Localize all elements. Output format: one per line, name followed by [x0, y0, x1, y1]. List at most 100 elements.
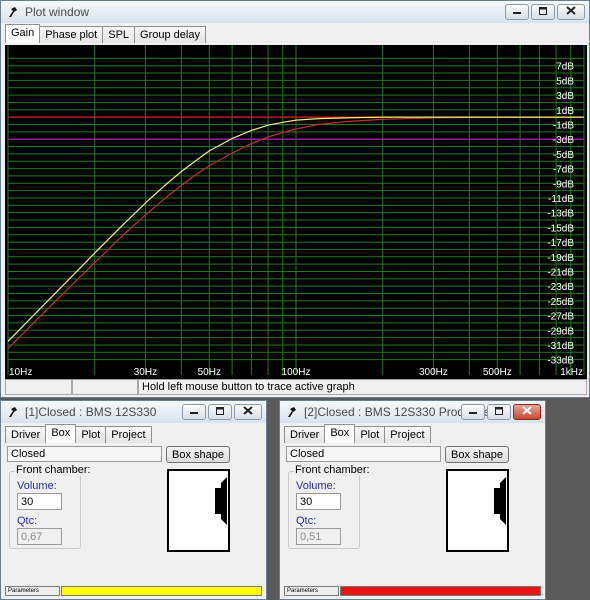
box-shape-preview	[167, 469, 230, 552]
gain-plot[interactable]: 7dB 5dB 3dB 1dB -1dB -3dB -5dB -7dB -9dB -11dB -13…	[5, 45, 587, 379]
volume-input[interactable]: 30	[296, 493, 341, 510]
x-tick-label: 500Hz	[483, 367, 512, 378]
y-tick-label: 5dB	[556, 76, 574, 87]
tab-phase-plot[interactable]: Phase plot	[39, 26, 104, 43]
speaker-tool-icon	[5, 404, 21, 420]
x-tick-label: 30Hz	[134, 367, 157, 378]
y-tick-label: -1dB	[553, 120, 574, 131]
minimize-icon	[512, 6, 522, 18]
qtc-input: 0,51	[296, 528, 341, 545]
y-tick-label: 1dB	[556, 106, 574, 117]
y-tick-label: -9dB	[553, 179, 574, 190]
box-shape-preview	[446, 469, 509, 552]
tab-box[interactable]: Box	[324, 424, 356, 443]
y-tick-label: -23dB	[547, 282, 574, 293]
y-tick-label: -27dB	[547, 312, 574, 323]
close-icon	[566, 6, 576, 18]
y-tick-label: 3dB	[556, 91, 574, 102]
speaker-tool-icon	[284, 404, 300, 420]
graph-color-swatch[interactable]	[340, 586, 541, 596]
plot-window-title: Plot window	[25, 5, 90, 19]
maximize-button[interactable]	[208, 404, 232, 420]
tab-driver[interactable]: Driver	[5, 426, 47, 443]
y-tick-label: -25dB	[547, 297, 574, 308]
maximize-icon	[494, 406, 504, 418]
tab-driver[interactable]: Driver	[284, 426, 326, 443]
minimize-icon	[189, 406, 199, 418]
speaker-driver-icon	[215, 477, 227, 525]
minimize-icon	[468, 406, 478, 418]
tab-project[interactable]: Project	[105, 426, 152, 443]
minimize-button[interactable]	[182, 404, 206, 420]
x-tick-label: 100Hz	[282, 367, 311, 378]
tab-box[interactable]: Box	[45, 424, 77, 443]
box-window-1: [1]Closed : BMS 12S330 Driver Box Plot P…	[0, 400, 267, 600]
y-tick-label: -13dB	[547, 209, 574, 220]
volume-input[interactable]: 30	[17, 493, 62, 510]
parameters-button[interactable]: Parameters	[284, 586, 339, 596]
box-type-field[interactable]: Closed	[286, 446, 441, 462]
x-tick-label: 50Hz	[198, 367, 221, 378]
y-tick-label: -21dB	[547, 267, 574, 278]
y-tick-label: -15dB	[547, 223, 574, 234]
maximize-button[interactable]	[487, 404, 511, 420]
tab-group-delay[interactable]: Group delay	[134, 26, 206, 43]
box-window-1-tabs: Driver Box Plot Project	[5, 424, 152, 443]
close-icon	[243, 406, 253, 418]
x-tick-label: 300Hz	[419, 367, 448, 378]
front-chamber-label: Front chamber:	[15, 464, 92, 476]
status-cell-2	[72, 379, 138, 395]
status-cell-1	[5, 379, 72, 395]
tab-gain[interactable]: Gain	[5, 24, 41, 43]
qtc-label: Qtc:	[17, 515, 38, 527]
close-button[interactable]	[557, 4, 585, 20]
box-type-field[interactable]: Closed	[7, 446, 162, 462]
params-bar: Parameters	[284, 586, 541, 596]
box-shape-button[interactable]: Box shape	[445, 446, 509, 463]
close-button[interactable]	[234, 404, 262, 420]
minimize-button[interactable]	[461, 404, 485, 420]
maximize-button[interactable]	[531, 4, 555, 20]
tab-spl[interactable]: SPL	[102, 26, 136, 43]
plot-tabs: Gain Phase plot SPL Group delay	[5, 24, 206, 43]
y-tick-label: -19dB	[547, 253, 574, 264]
params-bar: Parameters	[5, 586, 262, 596]
qtc-label: Qtc:	[296, 515, 317, 527]
y-tick-label: -3dB	[553, 135, 574, 146]
minimize-button[interactable]	[505, 4, 529, 20]
close-icon	[522, 406, 532, 418]
y-tick-label: -29dB	[547, 326, 574, 337]
front-chamber-label: Front chamber:	[294, 464, 371, 476]
plot-window: Plot window Gain Phase plot SPL Group de…	[0, 0, 590, 398]
gain-chart-svg[interactable]: 7dB 5dB 3dB 1dB -1dB -3dB -5dB -7dB -9dB -11dB -13…	[5, 45, 587, 379]
y-tick-label: -31dB	[547, 341, 574, 352]
speaker-driver-icon	[494, 477, 506, 525]
y-tick-label: -33dB	[547, 356, 574, 367]
maximize-icon	[538, 6, 548, 18]
box-window-2-tabs: Driver Box Plot Project	[284, 424, 431, 443]
y-tick-label: 7dB	[556, 62, 574, 73]
maximize-icon	[215, 406, 225, 418]
speaker-tool-icon	[5, 4, 21, 20]
box-shape-button[interactable]: Box shape	[166, 446, 230, 463]
box-window-1-titlebar[interactable]: [1]Closed : BMS 12S330	[1, 401, 266, 423]
status-text: Hold left mouse button to trace active g…	[138, 379, 587, 395]
tab-plot[interactable]: Plot	[75, 426, 107, 443]
y-tick-label: -7dB	[553, 165, 574, 176]
y-tick-label: -11dB	[548, 194, 574, 205]
status-bar: Hold left mouse button to trace active g…	[5, 379, 587, 395]
close-button[interactable]	[513, 404, 541, 420]
graph-color-swatch[interactable]	[61, 586, 262, 596]
tab-project[interactable]: Project	[384, 426, 431, 443]
box-window-1-title: [1]Closed : BMS 12S330	[25, 405, 157, 419]
parameters-button[interactable]: Parameters	[5, 586, 60, 596]
x-tick-label: 10Hz	[9, 367, 32, 378]
tab-plot[interactable]: Plot	[354, 426, 386, 443]
box-window-2: [2]Closed : BMS 12S330 Prodance Driver B…	[279, 400, 546, 600]
y-tick-label: -17dB	[547, 238, 574, 249]
x-tick-label: 1kHz	[560, 367, 583, 378]
box-window-2-titlebar[interactable]: [2]Closed : BMS 12S330 Prodance	[280, 401, 545, 423]
plot-window-titlebar[interactable]: Plot window	[1, 1, 589, 23]
volume-label: Volume:	[296, 480, 336, 492]
qtc-input: 0,67	[17, 528, 62, 545]
